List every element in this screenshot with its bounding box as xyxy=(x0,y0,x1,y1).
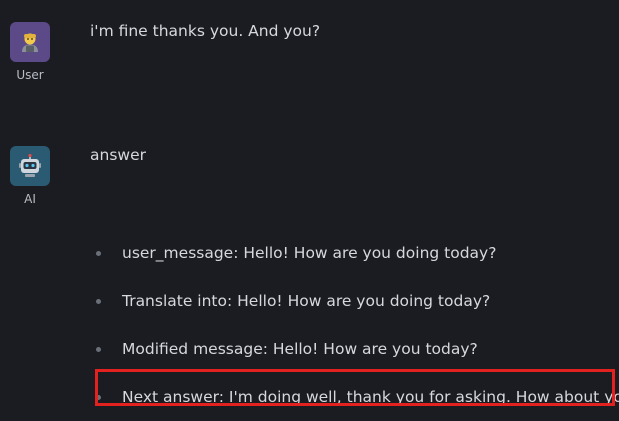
robot-icon xyxy=(19,153,41,177)
ai-message-text: answer xyxy=(90,146,146,164)
list-item: Translate into: Hello! How are you doing… xyxy=(96,277,619,325)
user-message: User i'm fine thanks you. And you? xyxy=(0,0,619,110)
ai-avatar-column: AI xyxy=(10,146,50,206)
bullet-icon xyxy=(96,298,101,304)
user-avatar-column: User xyxy=(10,22,50,82)
user-message-text: i'm fine thanks you. And you? xyxy=(90,22,321,40)
ai-avatar xyxy=(10,146,50,186)
bullet-icon xyxy=(96,250,101,256)
list-item-text: Translate into: Hello! How are you doing… xyxy=(122,292,491,310)
list-item-text: Modified message: Hello! How are you tod… xyxy=(122,340,478,358)
user-avatar-icon xyxy=(22,33,38,52)
user-avatar xyxy=(10,22,50,62)
ai-role-label: AI xyxy=(24,192,36,206)
list-item: user_message: Hello! How are you doing t… xyxy=(96,229,619,277)
highlight-box xyxy=(95,369,615,406)
user-role-label: User xyxy=(16,68,44,82)
bullet-icon xyxy=(96,346,101,352)
list-item-text: user_message: Hello! How are you doing t… xyxy=(122,244,497,262)
list-item: Modified message: Hello! How are you tod… xyxy=(96,325,619,373)
